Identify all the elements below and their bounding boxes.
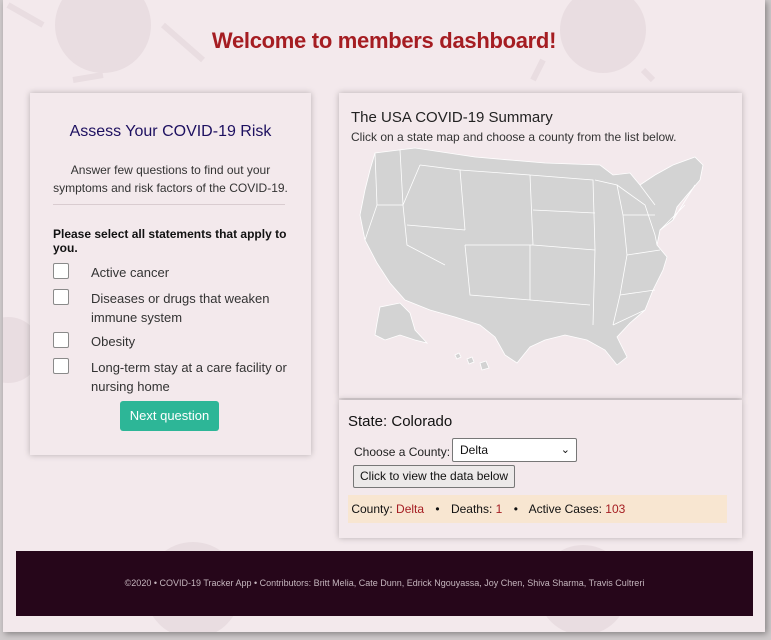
deaths-key: Deaths: — [450, 502, 493, 516]
checkbox[interactable] — [53, 263, 69, 279]
active-cases-value: 103 — [605, 502, 626, 516]
checkbox[interactable] — [53, 289, 69, 305]
footer-text: ©2020 • COVID-19 Tracker App • Contribut… — [124, 578, 645, 588]
usa-state-map[interactable] — [355, 145, 715, 375]
state-alaska[interactable] — [374, 302, 429, 344]
risk-card-intro: Answer few questions to find out your sy… — [50, 161, 291, 197]
summary-title: The USA COVID-19 Summary — [351, 109, 553, 126]
separator-dot: • — [513, 502, 518, 516]
separator-dot: • — [435, 502, 440, 516]
usa-summary-card: The USA COVID-19 Summary Click on a stat… — [339, 93, 742, 398]
county-data-bar: County: Delta • Deaths: 1 • Active Cases… — [348, 495, 727, 523]
option-label: Long-term stay at a care facility or nur… — [91, 360, 287, 394]
state-detail-card: State: Colorado Choose a County: Delta ⌄… — [339, 400, 742, 538]
option-label: Active cancer — [91, 265, 170, 280]
risk-intro-line-1: Answer few questions to find out your — [70, 163, 271, 177]
risk-prompt: Please select all statements that apply … — [53, 227, 287, 255]
view-data-button[interactable]: Click to view the data below — [353, 465, 516, 488]
risk-card-title: Assess Your COVID-19 Risk — [69, 123, 272, 140]
county-value: Delta — [396, 502, 425, 516]
footer: ©2020 • COVID-19 Tracker App • Contribut… — [16, 551, 753, 616]
county-select[interactable]: Delta ⌄ — [452, 438, 577, 462]
risk-intro-line-2: symptoms and risk factors of the COVID-1… — [53, 181, 288, 195]
state-hawaii[interactable] — [454, 352, 490, 371]
checkbox[interactable] — [53, 358, 69, 374]
dashboard-page: Welcome to members dashboard! Assess You… — [3, 0, 765, 632]
option-label: Obesity — [91, 334, 136, 349]
checkbox[interactable] — [53, 332, 69, 348]
page-title: Welcome to members dashboard! — [211, 28, 557, 53]
state-label: State: Colorado — [348, 413, 453, 430]
county-select-value: Delta — [460, 443, 489, 457]
county-prompt: Choose a County: — [354, 445, 451, 459]
active-cases-key: Active Cases: — [528, 502, 602, 516]
next-question-button[interactable]: Next question — [120, 401, 219, 431]
county-key: County: — [351, 502, 393, 516]
risk-assessment-card: Assess Your COVID-19 Risk Answer few que… — [30, 93, 311, 455]
deaths-value: 1 — [495, 502, 503, 516]
chevron-down-icon: ⌄ — [560, 444, 570, 456]
summary-subtitle: Click on a state map and choose a county… — [351, 130, 677, 144]
option-label: Diseases or drugs that weaken immune sys… — [91, 291, 270, 325]
divider — [53, 204, 285, 205]
